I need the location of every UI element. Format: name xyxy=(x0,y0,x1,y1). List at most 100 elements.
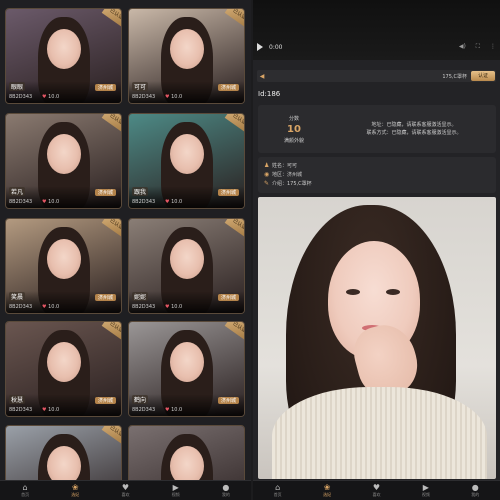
volume-icon[interactable]: ◀) xyxy=(459,43,466,51)
nav-item-video[interactable]: ▶ 视频 xyxy=(171,482,180,498)
profile-card[interactable]: 已认证 跟我 济州城 8B2D343 ♥ 10.0 xyxy=(128,113,245,209)
card-name: 眼眼 xyxy=(9,82,26,91)
address-line: 地址：已隐藏，请联系客服激活显示。 xyxy=(371,122,457,128)
profile-card[interactable]: 已认证 鹤向 济州城 8B2D343 ♥ 10.0 xyxy=(128,321,245,417)
card-city: 济州城 xyxy=(217,84,239,91)
card-likes-value: 10.0 xyxy=(48,94,60,100)
nav-item-video[interactable]: ▶ 视频 xyxy=(421,482,430,498)
card-id: 8B2D343 xyxy=(132,304,156,310)
notice-text: 175,C罩杯 xyxy=(442,73,467,80)
nav-label: 选妃 xyxy=(323,491,332,497)
card-likes: ♥ 10.0 xyxy=(42,407,59,413)
card-name: 可可 xyxy=(132,82,149,91)
card-likes-value: 10.0 xyxy=(171,407,183,413)
card-likes-value: 10.0 xyxy=(48,199,60,205)
nav-label: 视频 xyxy=(171,491,180,497)
card-likes: ♥ 10.0 xyxy=(165,199,182,205)
hidden-contact-info: 地址：已隐藏，请联系客服激活显示。 联系方式：已隐藏，请联系客服激活显示。 xyxy=(338,121,490,137)
video-icon: ▶ xyxy=(172,482,179,492)
card-city: 济州城 xyxy=(94,84,116,91)
card-id: 8B2D343 xyxy=(9,199,33,205)
bottom-nav-right: ⌂ 首页 ❀ 选妃 ♥ 喜欢 ▶ 视频 ● 我的 xyxy=(253,480,500,500)
profile-card[interactable]: 已认证 可可 济州城 8B2D343 ♥ 10.0 xyxy=(128,8,245,104)
nav-label: 我的 xyxy=(471,491,480,497)
score-value: 10 xyxy=(287,123,301,135)
video-control-icons: ◀) ⛶ ⋮ xyxy=(459,43,496,51)
location-icon: ◉ xyxy=(264,171,270,178)
card-likes: ♥ 10.0 xyxy=(165,94,182,100)
right-panel: 0:00 ◀) ⛶ ⋮ ◀ 175,C罩杯 认证 Id:186 分数 10 满颜… xyxy=(253,0,500,500)
video-player[interactable]: 0:00 ◀) ⛶ ⋮ xyxy=(253,0,500,60)
profile-card[interactable]: 已认证 若凡 济州城 8B2D343 ♥ 10.0 xyxy=(5,113,122,209)
nav-item-gift[interactable]: ❀ 选妃 xyxy=(71,482,80,498)
bottom-nav-left: ⌂ 首页 ❀ 选妃 ♥ 喜欢 ▶ 视频 ● 我的 xyxy=(0,480,251,500)
card-name: 妮妮 xyxy=(132,292,149,301)
left-panel: 已认证 眼眼 济州城 8B2D343 ♥ 10.0 已认证 可可 济州城 8B2D343 ♥ 10… xyxy=(0,0,251,500)
gift-icon: ❀ xyxy=(71,482,79,492)
card-id: 8B2D343 xyxy=(9,304,33,310)
card-id: 8B2D343 xyxy=(9,94,33,100)
notice-bar: ◀ 175,C罩杯 认证 xyxy=(257,70,496,82)
contact-line: 联系方式：已隐藏，请联系客服激活显示。 xyxy=(366,130,462,136)
more-icon[interactable]: ⋮ xyxy=(490,43,496,51)
info-text: 姓名：可可 xyxy=(272,163,298,169)
nav-item-home[interactable]: ⌂ 首页 xyxy=(273,482,282,498)
score-label: 分数 xyxy=(288,115,299,122)
card-likes: ♥ 10.0 xyxy=(42,94,59,100)
nav-item-user[interactable]: ● 我的 xyxy=(221,482,230,498)
nav-item-heart[interactable]: ♥ 喜欢 xyxy=(121,483,130,498)
profile-card[interactable]: 已认证 秋慧 济州城 8B2D343 ♥ 10.0 xyxy=(5,321,122,417)
card-likes: ♥ 10.0 xyxy=(165,304,182,310)
card-id: 8B2D343 xyxy=(132,94,156,100)
card-likes-value: 10.0 xyxy=(171,94,183,100)
profile-card[interactable]: 已认证 妮妮 济州城 8B2D343 ♥ 10.0 xyxy=(128,218,245,314)
profile-id: Id:186 xyxy=(258,90,281,98)
nav-item-user[interactable]: ● 我的 xyxy=(471,482,480,498)
card-city: 济州城 xyxy=(217,397,239,404)
user-icon: ● xyxy=(471,482,479,492)
card-likes: ♥ 10.0 xyxy=(42,199,59,205)
profile-info: ♟ 姓名：可可 ◉ 地区：济州城 ✎ 介绍：175,C罩杯 xyxy=(258,157,496,193)
verify-button[interactable]: 认证 xyxy=(471,71,495,81)
score-subtitle: 满颜外貌 xyxy=(283,137,304,144)
heart-icon: ♥ xyxy=(372,482,381,492)
video-controls: 0:00 ◀) ⛶ ⋮ xyxy=(257,42,496,52)
card-city: 济州城 xyxy=(94,189,116,196)
card-name: 跟我 xyxy=(132,187,149,196)
profile-card[interactable]: 已认证 眼眼 济州城 8B2D343 ♥ 10.0 xyxy=(5,8,122,104)
gift-icon: ❀ xyxy=(323,482,331,492)
nav-label: 喜欢 xyxy=(372,491,381,497)
card-name: 笑晨 xyxy=(9,292,26,301)
home-icon: ⌂ xyxy=(275,482,281,492)
profile-card[interactable]: 已认证 笑晨 济州城 8B2D343 ♥ 10.0 xyxy=(5,218,122,314)
info-text: 介绍：175,C罩杯 xyxy=(272,181,312,187)
card-name: 秋慧 xyxy=(9,395,26,404)
card-id: 8B2D343 xyxy=(132,199,156,205)
nav-item-gift[interactable]: ❀ 选妃 xyxy=(323,482,332,498)
score-summary: 分数 10 满颜外貌 xyxy=(258,105,330,153)
nav-item-heart[interactable]: ♥ 喜欢 xyxy=(372,482,381,498)
play-icon[interactable] xyxy=(257,43,263,51)
fullscreen-icon[interactable]: ⛶ xyxy=(476,43,480,51)
info-text: 地区：济州城 xyxy=(272,172,303,178)
nav-label: 首页 xyxy=(21,491,30,497)
user-icon: ● xyxy=(222,482,230,492)
nav-label: 首页 xyxy=(273,491,282,497)
nav-label: 我的 xyxy=(221,491,230,497)
card-likes-value: 10.0 xyxy=(48,304,60,310)
nav-label: 选妃 xyxy=(71,491,80,497)
home-icon: ⌂ xyxy=(22,482,28,492)
card-likes-value: 10.0 xyxy=(171,304,183,310)
score-box: 分数 10 满颜外貌 地址：已隐藏，请联系客服激活显示。 联系方式：已隐藏，请联… xyxy=(258,105,496,153)
card-likes-value: 10.0 xyxy=(171,199,183,205)
nav-label: 喜欢 xyxy=(121,491,130,497)
nav-item-home[interactable]: ⌂ 首页 xyxy=(21,482,30,498)
video-icon: ▶ xyxy=(422,482,429,492)
nav-label: 视频 xyxy=(421,491,430,497)
card-likes-value: 10.0 xyxy=(48,407,60,413)
info-row: ◉ 地区：济州城 xyxy=(264,170,490,179)
profile-photo[interactable] xyxy=(258,197,496,479)
info-row: ✎ 介绍：175,C罩杯 xyxy=(264,179,490,188)
card-city: 济州城 xyxy=(217,189,239,196)
card-city: 济州城 xyxy=(94,397,116,404)
